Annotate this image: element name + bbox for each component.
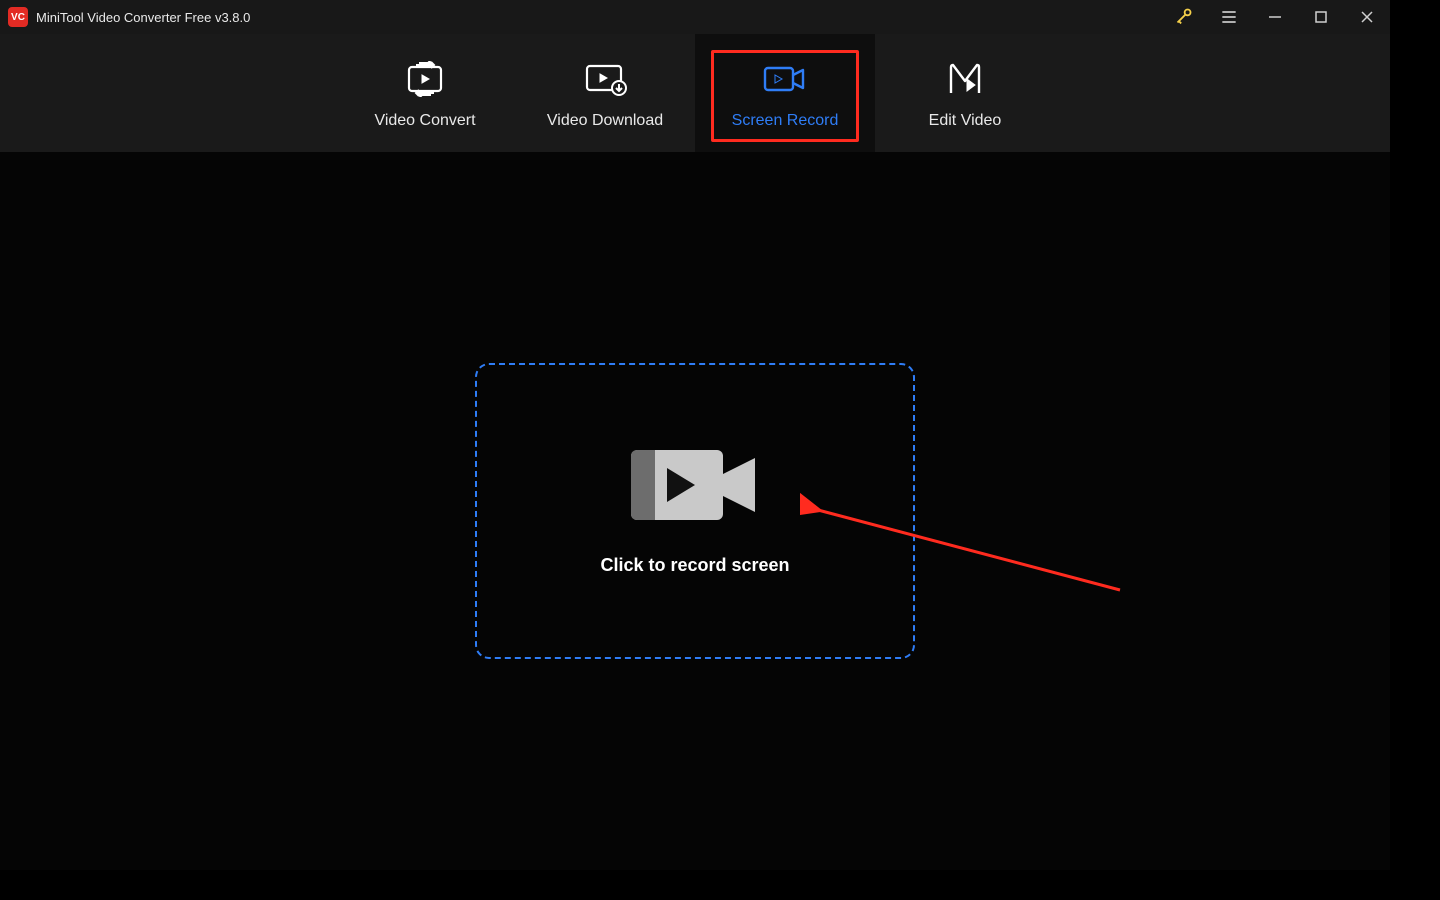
upgrade-key-icon[interactable] (1160, 0, 1206, 34)
app-window: VC MiniTool Video Converter Free v3.8.0 (0, 0, 1390, 870)
main-tabs: Video Convert Video Download (0, 34, 1390, 152)
tab-screen-record[interactable]: Screen Record (695, 34, 875, 152)
app-logo-text: VC (11, 12, 25, 23)
content-area: Click to record screen (0, 152, 1390, 870)
maximize-button[interactable] (1298, 0, 1344, 34)
window-title: MiniTool Video Converter Free v3.8.0 (36, 10, 250, 25)
window-controls (1160, 0, 1390, 34)
camcorder-icon (631, 446, 759, 529)
tab-edit-video[interactable]: Edit Video (875, 34, 1055, 152)
app-logo-icon: VC (8, 7, 28, 27)
record-cta-label: Click to record screen (600, 555, 789, 576)
tab-label: Video Convert (374, 112, 475, 130)
menu-icon[interactable] (1206, 0, 1252, 34)
edit-video-icon (945, 56, 985, 102)
convert-icon (403, 56, 447, 102)
record-icon (762, 56, 808, 102)
tab-label: Screen Record (732, 112, 839, 130)
tab-label: Edit Video (929, 112, 1002, 130)
close-button[interactable] (1344, 0, 1390, 34)
title-bar: VC MiniTool Video Converter Free v3.8.0 (0, 0, 1390, 34)
tab-video-download[interactable]: Video Download (515, 34, 695, 152)
tab-video-convert[interactable]: Video Convert (335, 34, 515, 152)
tab-label: Video Download (547, 112, 663, 130)
minimize-button[interactable] (1252, 0, 1298, 34)
download-icon (583, 56, 627, 102)
record-screen-button[interactable]: Click to record screen (475, 363, 915, 659)
